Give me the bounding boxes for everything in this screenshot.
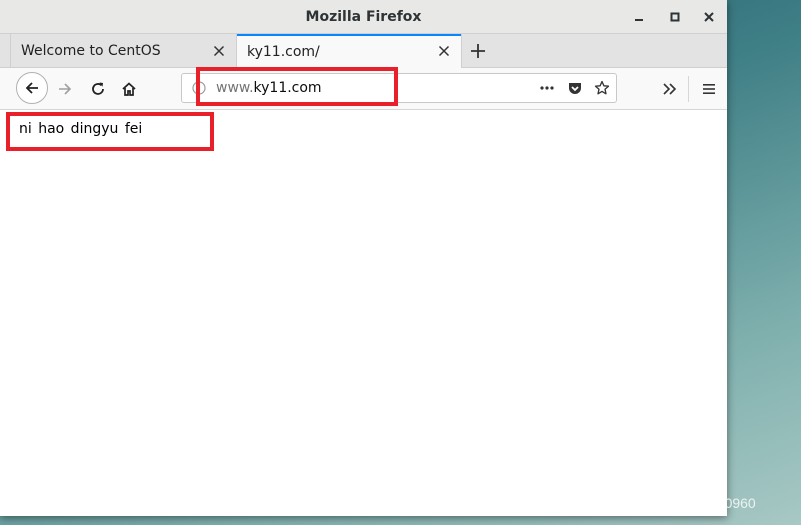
pocket-icon xyxy=(569,83,581,94)
tab-close-button[interactable] xyxy=(435,42,453,60)
close-icon xyxy=(438,45,450,57)
home-button[interactable] xyxy=(118,79,140,99)
pocket-button[interactable] xyxy=(565,79,585,97)
new-tab-button[interactable] xyxy=(466,40,490,62)
title-bar: Mozilla Firefox xyxy=(0,0,727,34)
page-content: ni hao dingyu fei xyxy=(0,110,727,516)
star-icon xyxy=(594,80,610,95)
reload-button[interactable] xyxy=(87,79,109,99)
tab-label: ky11.com/ xyxy=(247,43,320,60)
tab-label: Welcome to CentOS xyxy=(21,43,161,59)
maximize-icon xyxy=(670,12,680,22)
window-title: Mozilla Firefox xyxy=(305,9,422,25)
tab-close-button[interactable] xyxy=(210,42,228,60)
arrow-right-icon xyxy=(59,83,72,95)
minimize-button[interactable] xyxy=(627,5,651,29)
more-dots-icon xyxy=(540,86,554,90)
content-highlight-box xyxy=(6,112,214,151)
plus-icon xyxy=(471,44,485,58)
tab-ky11[interactable]: ky11.com/ xyxy=(236,34,462,69)
close-icon xyxy=(213,45,225,57)
bookmark-star-button[interactable] xyxy=(592,79,612,97)
hamburger-icon xyxy=(703,84,715,94)
page-actions-button[interactable] xyxy=(537,79,557,97)
maximize-button[interactable] xyxy=(663,5,687,29)
watermark-text: https://blog.csdn.net/m0_48580960 xyxy=(537,495,756,511)
reload-icon xyxy=(92,82,104,95)
tab-strip: Welcome to CentOS ky11.com/ xyxy=(0,34,727,69)
tab-welcome-centos[interactable]: Welcome to CentOS xyxy=(10,34,236,68)
hamburger-menu-button[interactable] xyxy=(698,79,720,99)
forward-button[interactable] xyxy=(54,79,76,99)
overflow-menu-button[interactable] xyxy=(659,79,681,99)
home-icon xyxy=(122,82,136,96)
minimize-icon xyxy=(635,19,643,21)
back-button[interactable] xyxy=(16,72,48,104)
close-icon xyxy=(704,12,714,22)
close-window-button[interactable] xyxy=(697,5,721,29)
url-highlight-box xyxy=(196,67,398,106)
toolbar-divider xyxy=(688,76,689,102)
chevron-double-right-icon xyxy=(663,83,677,95)
arrow-left-icon xyxy=(25,82,38,94)
